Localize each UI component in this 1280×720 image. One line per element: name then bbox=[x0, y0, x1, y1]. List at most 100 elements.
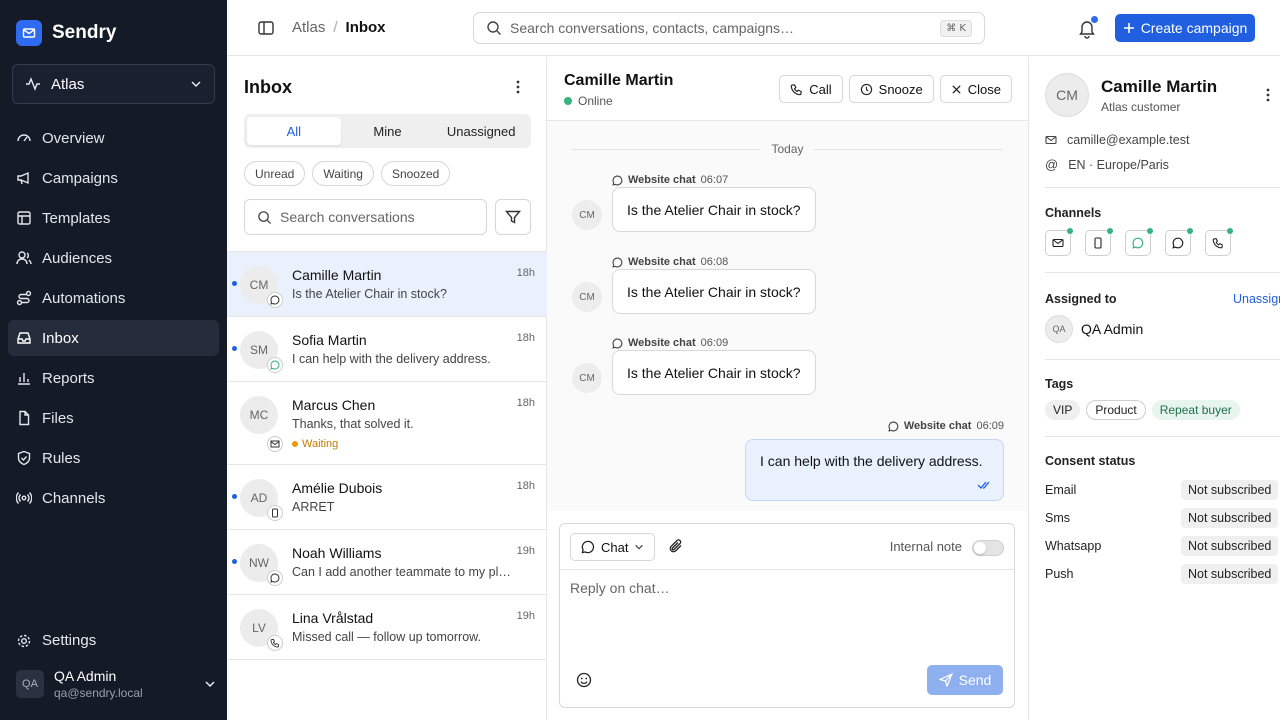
conversation-time: 18h bbox=[516, 397, 535, 409]
sms-icon[interactable] bbox=[1085, 228, 1113, 256]
notifications-button[interactable] bbox=[1078, 16, 1098, 39]
breadcrumb: Atlas / Inbox bbox=[292, 19, 386, 36]
chevron-down-icon bbox=[190, 78, 202, 90]
tab-mine[interactable]: Mine bbox=[341, 117, 435, 145]
list-item[interactable]: LV Lina Vrålstad Missed call — follow up… bbox=[227, 595, 547, 660]
paperclip-icon[interactable] bbox=[668, 538, 684, 554]
chat-icon[interactable] bbox=[1165, 228, 1193, 256]
chip-waiting[interactable]: Waiting bbox=[312, 161, 374, 186]
send-button[interactable]: Send bbox=[927, 665, 1003, 695]
assignee[interactable]: QA QA Admin bbox=[1045, 315, 1143, 343]
chip-snoozed[interactable]: Snoozed bbox=[380, 161, 451, 186]
global-search[interactable]: ⌘ K bbox=[473, 12, 985, 44]
users-icon bbox=[16, 250, 32, 266]
consent-channel: Email bbox=[1045, 483, 1077, 497]
tags-heading: Tags bbox=[1045, 377, 1074, 391]
conversation-time: 18h bbox=[516, 480, 535, 492]
chat-icon bbox=[267, 292, 283, 308]
consent-status: Not subscribed bbox=[1181, 536, 1279, 556]
divider bbox=[1045, 436, 1280, 437]
chat-icon bbox=[612, 257, 623, 268]
status-dot bbox=[1107, 228, 1113, 234]
unassign-link[interactable]: Unassign bbox=[1233, 292, 1280, 306]
nav-item-inbox[interactable]: Inbox bbox=[8, 320, 219, 356]
status-dot bbox=[1187, 228, 1193, 234]
nav-item-audiences[interactable]: Audiences bbox=[8, 240, 219, 276]
message-meta: Website chat 06:09 bbox=[612, 337, 728, 349]
conversation-preview: Missed call — follow up tomorrow. bbox=[292, 630, 481, 644]
search-icon bbox=[486, 20, 502, 36]
channels-heading: Channels bbox=[1045, 206, 1102, 220]
mail-icon[interactable] bbox=[1045, 228, 1073, 256]
nav-label: Rules bbox=[42, 449, 81, 467]
conversation-search[interactable] bbox=[244, 199, 487, 235]
user-menu[interactable]: QA QA Admin qa@sendry.local bbox=[16, 666, 216, 702]
nav-item-rules[interactable]: Rules bbox=[8, 440, 219, 476]
search-input[interactable] bbox=[510, 20, 933, 36]
shield-icon bbox=[16, 450, 32, 466]
create-campaign-button[interactable]: Create campaign bbox=[1115, 14, 1255, 42]
nav-item-overview[interactable]: Overview bbox=[8, 120, 219, 156]
list-item[interactable]: SM Sofia Martin I can help with the deli… bbox=[227, 317, 547, 382]
call-button[interactable]: Call bbox=[779, 75, 843, 103]
breadcrumb-root[interactable]: Atlas bbox=[292, 19, 325, 36]
filter-button[interactable] bbox=[495, 199, 531, 235]
chat-icon bbox=[612, 175, 623, 186]
main-area: Atlas / Inbox ⌘ K Create campaign Inbox bbox=[227, 0, 1280, 720]
day-divider: Today bbox=[572, 141, 1003, 157]
more-vertical-icon[interactable] bbox=[510, 79, 526, 95]
bar-chart-icon bbox=[16, 370, 32, 386]
list-item[interactable]: CM Camille Martin Is the Atelier Chair i… bbox=[227, 252, 547, 317]
nav-item-channels[interactable]: Channels bbox=[8, 480, 219, 516]
conversation-list: CM Camille Martin Is the Atelier Chair i… bbox=[227, 251, 547, 660]
conversation-name: Noah Williams bbox=[292, 545, 382, 561]
more-vertical-icon[interactable] bbox=[1265, 87, 1271, 103]
avatar-initials: MC bbox=[249, 408, 269, 422]
nav-item-automations[interactable]: Automations bbox=[8, 280, 219, 316]
internal-note-toggle[interactable] bbox=[972, 540, 1004, 556]
whatsapp-icon[interactable] bbox=[1125, 228, 1153, 256]
tab-unassigned[interactable]: Unassigned bbox=[434, 117, 528, 145]
brand[interactable]: Sendry bbox=[16, 20, 116, 46]
user-email: qa@sendry.local bbox=[54, 686, 143, 700]
nav-item-files[interactable]: Files bbox=[8, 400, 219, 436]
phone-icon[interactable] bbox=[1205, 228, 1233, 256]
consent-status: Not subscribed bbox=[1181, 564, 1279, 584]
snooze-button[interactable]: Snooze bbox=[848, 75, 934, 103]
tag[interactable]: VIP bbox=[1045, 400, 1081, 420]
close-button[interactable]: Close bbox=[939, 75, 1012, 103]
message-meta: Website chat 06:07 bbox=[612, 174, 728, 186]
consent-status: Not subscribed bbox=[1181, 480, 1279, 500]
avatar-initials: NW bbox=[249, 556, 269, 570]
settings-link[interactable]: Settings bbox=[16, 632, 96, 649]
chevron-down-icon bbox=[634, 542, 644, 552]
nav-item-reports[interactable]: Reports bbox=[8, 360, 219, 396]
list-item[interactable]: AD Amélie Dubois ARRET 18h bbox=[227, 465, 547, 530]
divider bbox=[1045, 272, 1280, 273]
emoji-icon[interactable] bbox=[576, 672, 592, 688]
conversation-time: 19h bbox=[516, 610, 535, 622]
contact-locale: @ EN · Europe/Paris bbox=[1045, 157, 1169, 172]
tag[interactable]: Product bbox=[1086, 400, 1146, 420]
activity-icon bbox=[25, 76, 41, 92]
list-item[interactable]: NW Noah Williams Can I add another teamm… bbox=[227, 530, 547, 595]
conversation-name: Amélie Dubois bbox=[292, 480, 383, 496]
avatar-initials: SM bbox=[250, 343, 268, 357]
channel-select[interactable]: Chat bbox=[570, 533, 656, 561]
tag[interactable]: Repeat buyer bbox=[1151, 400, 1240, 420]
list-item[interactable]: MC Marcus Chen Thanks, that solved it. 1… bbox=[227, 382, 547, 465]
nav-item-campaigns[interactable]: Campaigns bbox=[8, 160, 219, 196]
nav-item-templates[interactable]: Templates bbox=[8, 200, 219, 236]
tab-all[interactable]: All bbox=[247, 117, 341, 145]
contact-name: Camille Martin bbox=[1101, 77, 1218, 96]
status-label: Waiting bbox=[302, 438, 339, 450]
nav-label: Reports bbox=[42, 369, 95, 387]
workspace-select[interactable]: Atlas bbox=[12, 64, 215, 104]
avatar: NW bbox=[240, 544, 283, 586]
sidebar-toggle-icon[interactable] bbox=[257, 19, 275, 37]
conversation-search-input[interactable] bbox=[280, 209, 474, 225]
message-source: Website chat bbox=[628, 256, 696, 268]
conversation-time: 18h bbox=[516, 267, 535, 279]
reply-input[interactable] bbox=[570, 580, 1004, 660]
chip-unread[interactable]: Unread bbox=[244, 161, 306, 186]
